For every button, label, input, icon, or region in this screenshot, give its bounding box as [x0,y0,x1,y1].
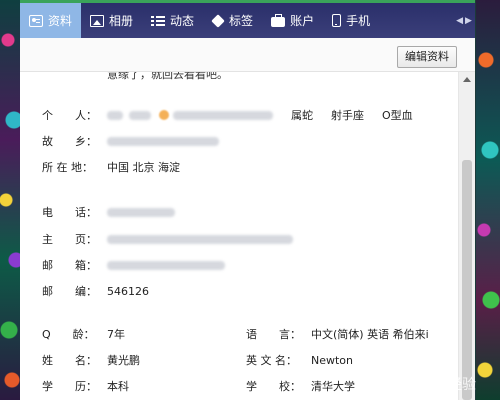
field-label: 邮 编： [42,285,97,298]
location-row: 所 在 地： 中国 北京 海淀 [42,159,180,175]
personal-row: 个 人： 属蛇 射手座 O型血 [42,107,413,123]
postcode-row: 邮 编： 546126 [42,283,149,299]
watermark: 经验 [426,374,476,394]
redacted-value [107,207,175,217]
redacted-value [107,110,123,120]
tab-label: 手机 [346,14,371,28]
english-name-row: 英 文 名： Newton [246,352,353,368]
hometown-row: 故 乡： [42,133,219,149]
profile-card-icon [29,14,43,27]
field-label: 个 人： [42,109,97,122]
watermark-logo-icon [426,375,444,393]
q-age-value: 7年 [107,328,125,341]
name-row: 姓 名： 黄光鹏 [42,352,140,368]
blood-type-value: O型血 [382,109,413,122]
field-label: 主 页： [42,233,97,246]
field-label: 邮 箱： [42,259,97,272]
scroll-up-icon[interactable] [463,77,471,82]
redacted-value [107,260,225,270]
list-icon [151,15,166,27]
photo-icon [90,14,105,27]
language-value: 中文(简体) 英语 希伯来i [311,328,429,341]
tab-mobile[interactable]: 手机 [323,3,379,38]
top-nav: 资料 相册 动态 标签 账户 手机 ◀ ▶ [20,0,475,38]
profile-content: 意缘了，就回去看看吧。 个 人： 属蛇 射手座 O型血 故 乡： 所 在 地： … [20,72,458,400]
location-value: 中国 北京 海淀 [107,161,180,174]
email-row: 邮 箱： [42,257,225,273]
phone-row: 电 话： [42,204,175,220]
profile-toolbar: 编辑资料 [20,38,475,72]
field-label: 故 乡： [42,135,97,148]
desktop-wallpaper-left [0,0,22,400]
star-sign-value: 射手座 [331,109,364,122]
watermark-text: 经验 [448,377,476,393]
clipped-bio-text: 意缘了，就回去看看吧。 [107,72,228,81]
field-label: 语 言： [246,328,301,341]
profile-window: 资料 相册 动态 标签 账户 手机 ◀ ▶ 编辑资料 意缘了，就回去看看吧。 个… [20,0,475,400]
tab-album[interactable]: 相册 [81,3,142,38]
field-label: 所 在 地： [42,161,93,174]
desktop-wallpaper-right [476,0,500,400]
chevron-left-icon[interactable]: ◀ [456,16,463,26]
tab-profile[interactable]: 资料 [20,3,82,38]
redacted-icon [159,110,169,120]
school-value: 清华大学 [311,380,355,393]
tab-feed[interactable]: 动态 [142,3,203,38]
phone-icon [332,14,342,27]
school-row: 学 校： 清华大学 [246,378,355,394]
education-value: 本科 [107,380,129,393]
name-value: 黄光鹏 [107,354,140,367]
scrollbar-thumb[interactable] [462,160,472,400]
redacted-value [129,110,151,120]
field-label: 英 文 名： [246,354,297,367]
redacted-value [107,136,219,146]
language-row: 语 言： 中文(简体) 英语 希伯来i [246,326,429,342]
postcode-value: 546126 [107,284,149,298]
tab-scroll-arrows: ◀ ▶ [453,3,475,38]
zodiac-value: 属蛇 [291,109,313,122]
homepage-row: 主 页： [42,231,293,247]
chevron-right-icon[interactable]: ▶ [465,16,472,26]
edit-profile-button[interactable]: 编辑资料 [397,46,457,68]
field-label: 电 话： [42,206,97,219]
tag-icon [211,13,225,28]
education-row: 学 历： 本科 [42,378,129,394]
vertical-scrollbar[interactable] [458,72,475,400]
tab-label: 资料 [48,14,73,28]
redacted-value[interactable] [107,234,293,244]
field-label: Q 龄： [42,328,95,341]
tab-label: 标签 [229,14,254,28]
briefcase-icon [271,13,286,27]
english-name-value: Newton [311,353,354,367]
tab-label: 动态 [170,14,195,28]
q-age-row: Q 龄： 7年 [42,326,125,342]
tab-account[interactable]: 账户 [262,3,323,38]
redacted-value [173,110,273,120]
tab-tags[interactable]: 标签 [203,3,262,38]
field-label: 学 历： [42,380,97,393]
field-label: 学 校： [246,380,301,393]
tab-label: 账户 [290,14,315,28]
field-label: 姓 名： [42,354,97,367]
tab-label: 相册 [109,14,134,28]
